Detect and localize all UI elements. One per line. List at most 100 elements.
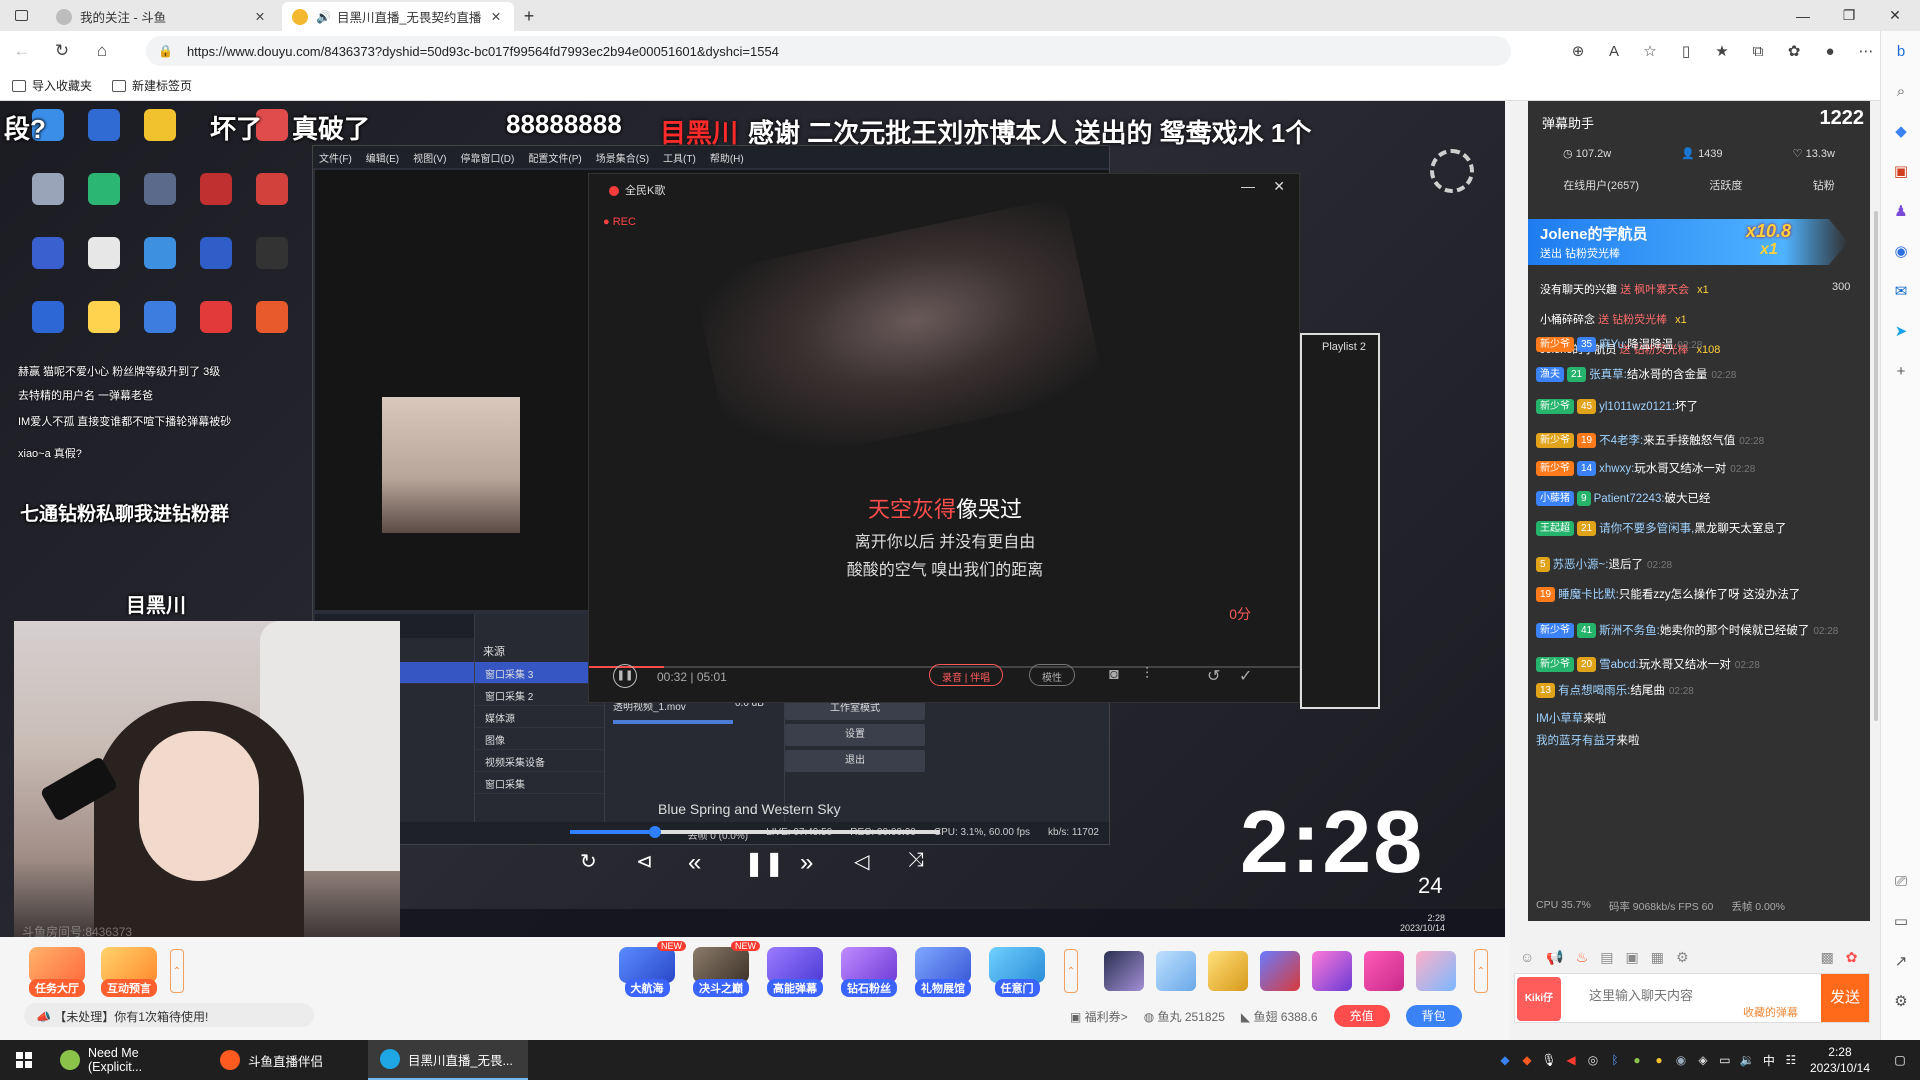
tab-activity[interactable]: 活跃度 <box>1709 177 1742 201</box>
feature-high-energy-danmu-button[interactable]: 高能弹幕 <box>762 947 828 997</box>
tab-actions-icon[interactable] <box>0 0 42 31</box>
chat-username[interactable]: xhwxy: <box>1599 463 1634 475</box>
send-button[interactable]: 发送 <box>1821 974 1869 1022</box>
ime-indicator[interactable]: 中 <box>1758 1052 1780 1069</box>
fan-badge[interactable]: 新少爷 <box>1536 623 1574 638</box>
taskbar-app-music[interactable]: Need Me (Explicit... <box>48 1040 208 1080</box>
feature-duel-button[interactable]: 决斗之巅 NEW <box>688 941 760 997</box>
microphone-icon[interactable]: 🎙 <box>1538 1053 1560 1067</box>
fan-badge[interactable]: 5 <box>1536 557 1550 572</box>
new-tab-button[interactable]: + <box>514 2 544 31</box>
expand-features-button[interactable]: ⌃ <box>1064 949 1078 993</box>
gift-item[interactable] <box>1156 951 1196 991</box>
gift-item[interactable] <box>1416 951 1456 991</box>
speaker-icon[interactable]: 🔊 <box>316 10 331 24</box>
recharge-button[interactable]: 充值 <box>1333 1005 1390 1027</box>
chat-username[interactable]: IM小草草 <box>1536 713 1583 725</box>
fan-badge[interactable]: 13 <box>1536 683 1556 698</box>
fan-badge[interactable]: 小藤猪 <box>1536 491 1574 506</box>
extensions-icon[interactable]: ✿ <box>1776 42 1812 60</box>
saved-danmu-link[interactable]: 收藏的弹幕 <box>1743 1004 1798 1020</box>
fan-badge[interactable]: 19 <box>1536 587 1556 602</box>
restore-icon[interactable]: ❐ <box>1826 0 1872 31</box>
gift-item[interactable] <box>1312 951 1352 991</box>
import-favorites-link[interactable]: 导入收藏夹 <box>12 77 92 94</box>
fan-badge[interactable]: 新少爷 <box>1536 433 1574 448</box>
tray-app-icon[interactable]: ◆ <box>1516 1053 1538 1067</box>
notification-icon[interactable]: ▢ <box>1880 1053 1920 1067</box>
lock-icon[interactable]: 🔒 <box>158 44 173 58</box>
url-field[interactable]: 🔒 https://www.douyu.com/8436373?dyshid=5… <box>146 36 1511 66</box>
tray-app-icon[interactable]: ◀ <box>1560 1053 1582 1067</box>
screenshot-icon[interactable]: ⎚ <box>1881 861 1920 901</box>
fan-badge[interactable]: 45 <box>1577 399 1597 414</box>
settings-icon[interactable]: ⚙ <box>1676 949 1689 966</box>
minimize-icon[interactable]: — <box>1780 0 1826 31</box>
red-packet-icon[interactable]: ✿ <box>1846 949 1858 966</box>
feature-anywhere-door-button[interactable]: 任意门 <box>984 947 1050 997</box>
copilot-icon[interactable]: b <box>1881 31 1920 71</box>
video-player[interactable]: 赫赢 猫呢不爱小心 粉丝牌等级升到了 3级 去特精的用户名 一弹幕老爸 IM爱人… <box>0 101 1505 937</box>
gift-item[interactable] <box>1208 951 1248 991</box>
chat-scrollbar[interactable] <box>1874 211 1878 721</box>
tab-current-stream[interactable]: 🔊 目黑川直播_无畏契约直播 ✕ <box>282 2 514 31</box>
chat-username[interactable]: 请你不要多管闲事, <box>1599 523 1694 535</box>
search-icon[interactable]: ⌕ <box>1881 71 1920 111</box>
split-screen-icon[interactable]: ▯ <box>1668 42 1704 60</box>
fan-badge[interactable]: 20 <box>1577 657 1597 672</box>
fire-icon[interactable]: ♨ <box>1576 949 1589 966</box>
close-window-icon[interactable]: ✕ <box>1872 0 1918 31</box>
chat-username[interactable]: 不4老李: <box>1599 435 1643 447</box>
tab-close-icon[interactable]: ✕ <box>488 9 504 24</box>
favorites-icon[interactable]: ★ <box>1704 42 1740 60</box>
tab-close-icon[interactable]: ✕ <box>252 9 268 24</box>
chat-username[interactable]: 我的蓝牙有益牙 <box>1536 735 1617 747</box>
tray-app-icon[interactable]: ◈ <box>1692 1053 1714 1067</box>
profile-avatar-icon[interactable]: ● <box>1812 43 1848 60</box>
ime-mode-icon[interactable]: ☷ <box>1780 1053 1802 1067</box>
expand-tools-button[interactable]: ⌃ <box>170 949 184 993</box>
chat-username[interactable]: 斯洲不务鱼: <box>1599 625 1660 637</box>
fan-badge[interactable]: 新少爷 <box>1536 399 1574 414</box>
chat-username[interactable]: yl1011wz0121: <box>1599 401 1675 413</box>
fan-badge[interactable]: 41 <box>1577 623 1597 638</box>
chat-username[interactable]: 雪abcd: <box>1599 659 1639 671</box>
chat-input[interactable] <box>1589 984 1759 1006</box>
backpack-button[interactable]: 背包 <box>1405 1005 1462 1027</box>
taskbar-clock[interactable]: 2:28 2023/10/14 <box>1810 1044 1870 1076</box>
emoji-icon[interactable]: ☺ <box>1520 949 1534 965</box>
network-icon[interactable]: ▭ <box>1714 1053 1736 1067</box>
gift-box-icon[interactable]: ▦ <box>1651 949 1664 966</box>
taskbar-app-douyu-companion[interactable]: 斗鱼直播伴侣 <box>208 1040 368 1080</box>
interactive-prediction-button[interactable]: 互动预言 <box>96 947 162 997</box>
fan-badge[interactable]: 王起超 <box>1536 521 1574 536</box>
volume-icon[interactable]: 🔉 <box>1736 1053 1758 1067</box>
feature-diamond-fans-button[interactable]: 钻石粉丝 <box>836 947 902 997</box>
fan-badge-avatar[interactable]: Kiki仔 <box>1517 977 1561 1021</box>
home-icon[interactable]: ⌂ <box>84 35 120 67</box>
tab-online-users[interactable]: 在线用户(2657) <box>1563 177 1639 201</box>
tray-app-icon[interactable]: ◎ <box>1582 1053 1604 1067</box>
new-tab-page-link[interactable]: 新建标签页 <box>112 77 192 94</box>
fan-badge[interactable]: 渔夫 <box>1536 367 1564 382</box>
favorite-star-icon[interactable]: ☆ <box>1632 42 1668 60</box>
task-hall-button[interactable]: 任务大厅 <box>24 947 90 997</box>
gift-item[interactable] <box>1104 951 1144 991</box>
chat-username[interactable]: Patient72243: <box>1594 493 1665 505</box>
tab-diamond-fans[interactable]: 钻粉 <box>1813 177 1835 201</box>
tab-my-follows[interactable]: 我的关注 - 斗鱼 ✕ <box>46 2 278 31</box>
add-sidebar-icon[interactable]: + <box>1881 351 1920 391</box>
collections-icon[interactable]: ⧉ <box>1740 43 1776 60</box>
games-icon[interactable]: ♟ <box>1881 191 1920 231</box>
expand-gifts-button[interactable]: ⌃ <box>1474 949 1488 993</box>
feature-voyage-button[interactable]: 大航海 NEW <box>614 941 686 997</box>
back-icon[interactable]: ← <box>4 35 40 67</box>
read-aloud-icon[interactable]: A <box>1596 43 1632 60</box>
tag-icon[interactable]: ◆ <box>1881 111 1920 151</box>
open-external-icon[interactable]: ↗ <box>1881 941 1920 981</box>
reload-icon[interactable]: ↻ <box>44 35 80 67</box>
megaphone-icon[interactable]: 📢 <box>1546 949 1563 966</box>
sticker-icon[interactable]: ▩ <box>1821 949 1834 966</box>
fan-badge[interactable]: 21 <box>1567 367 1587 382</box>
outlook-icon[interactable]: ✉ <box>1881 271 1920 311</box>
